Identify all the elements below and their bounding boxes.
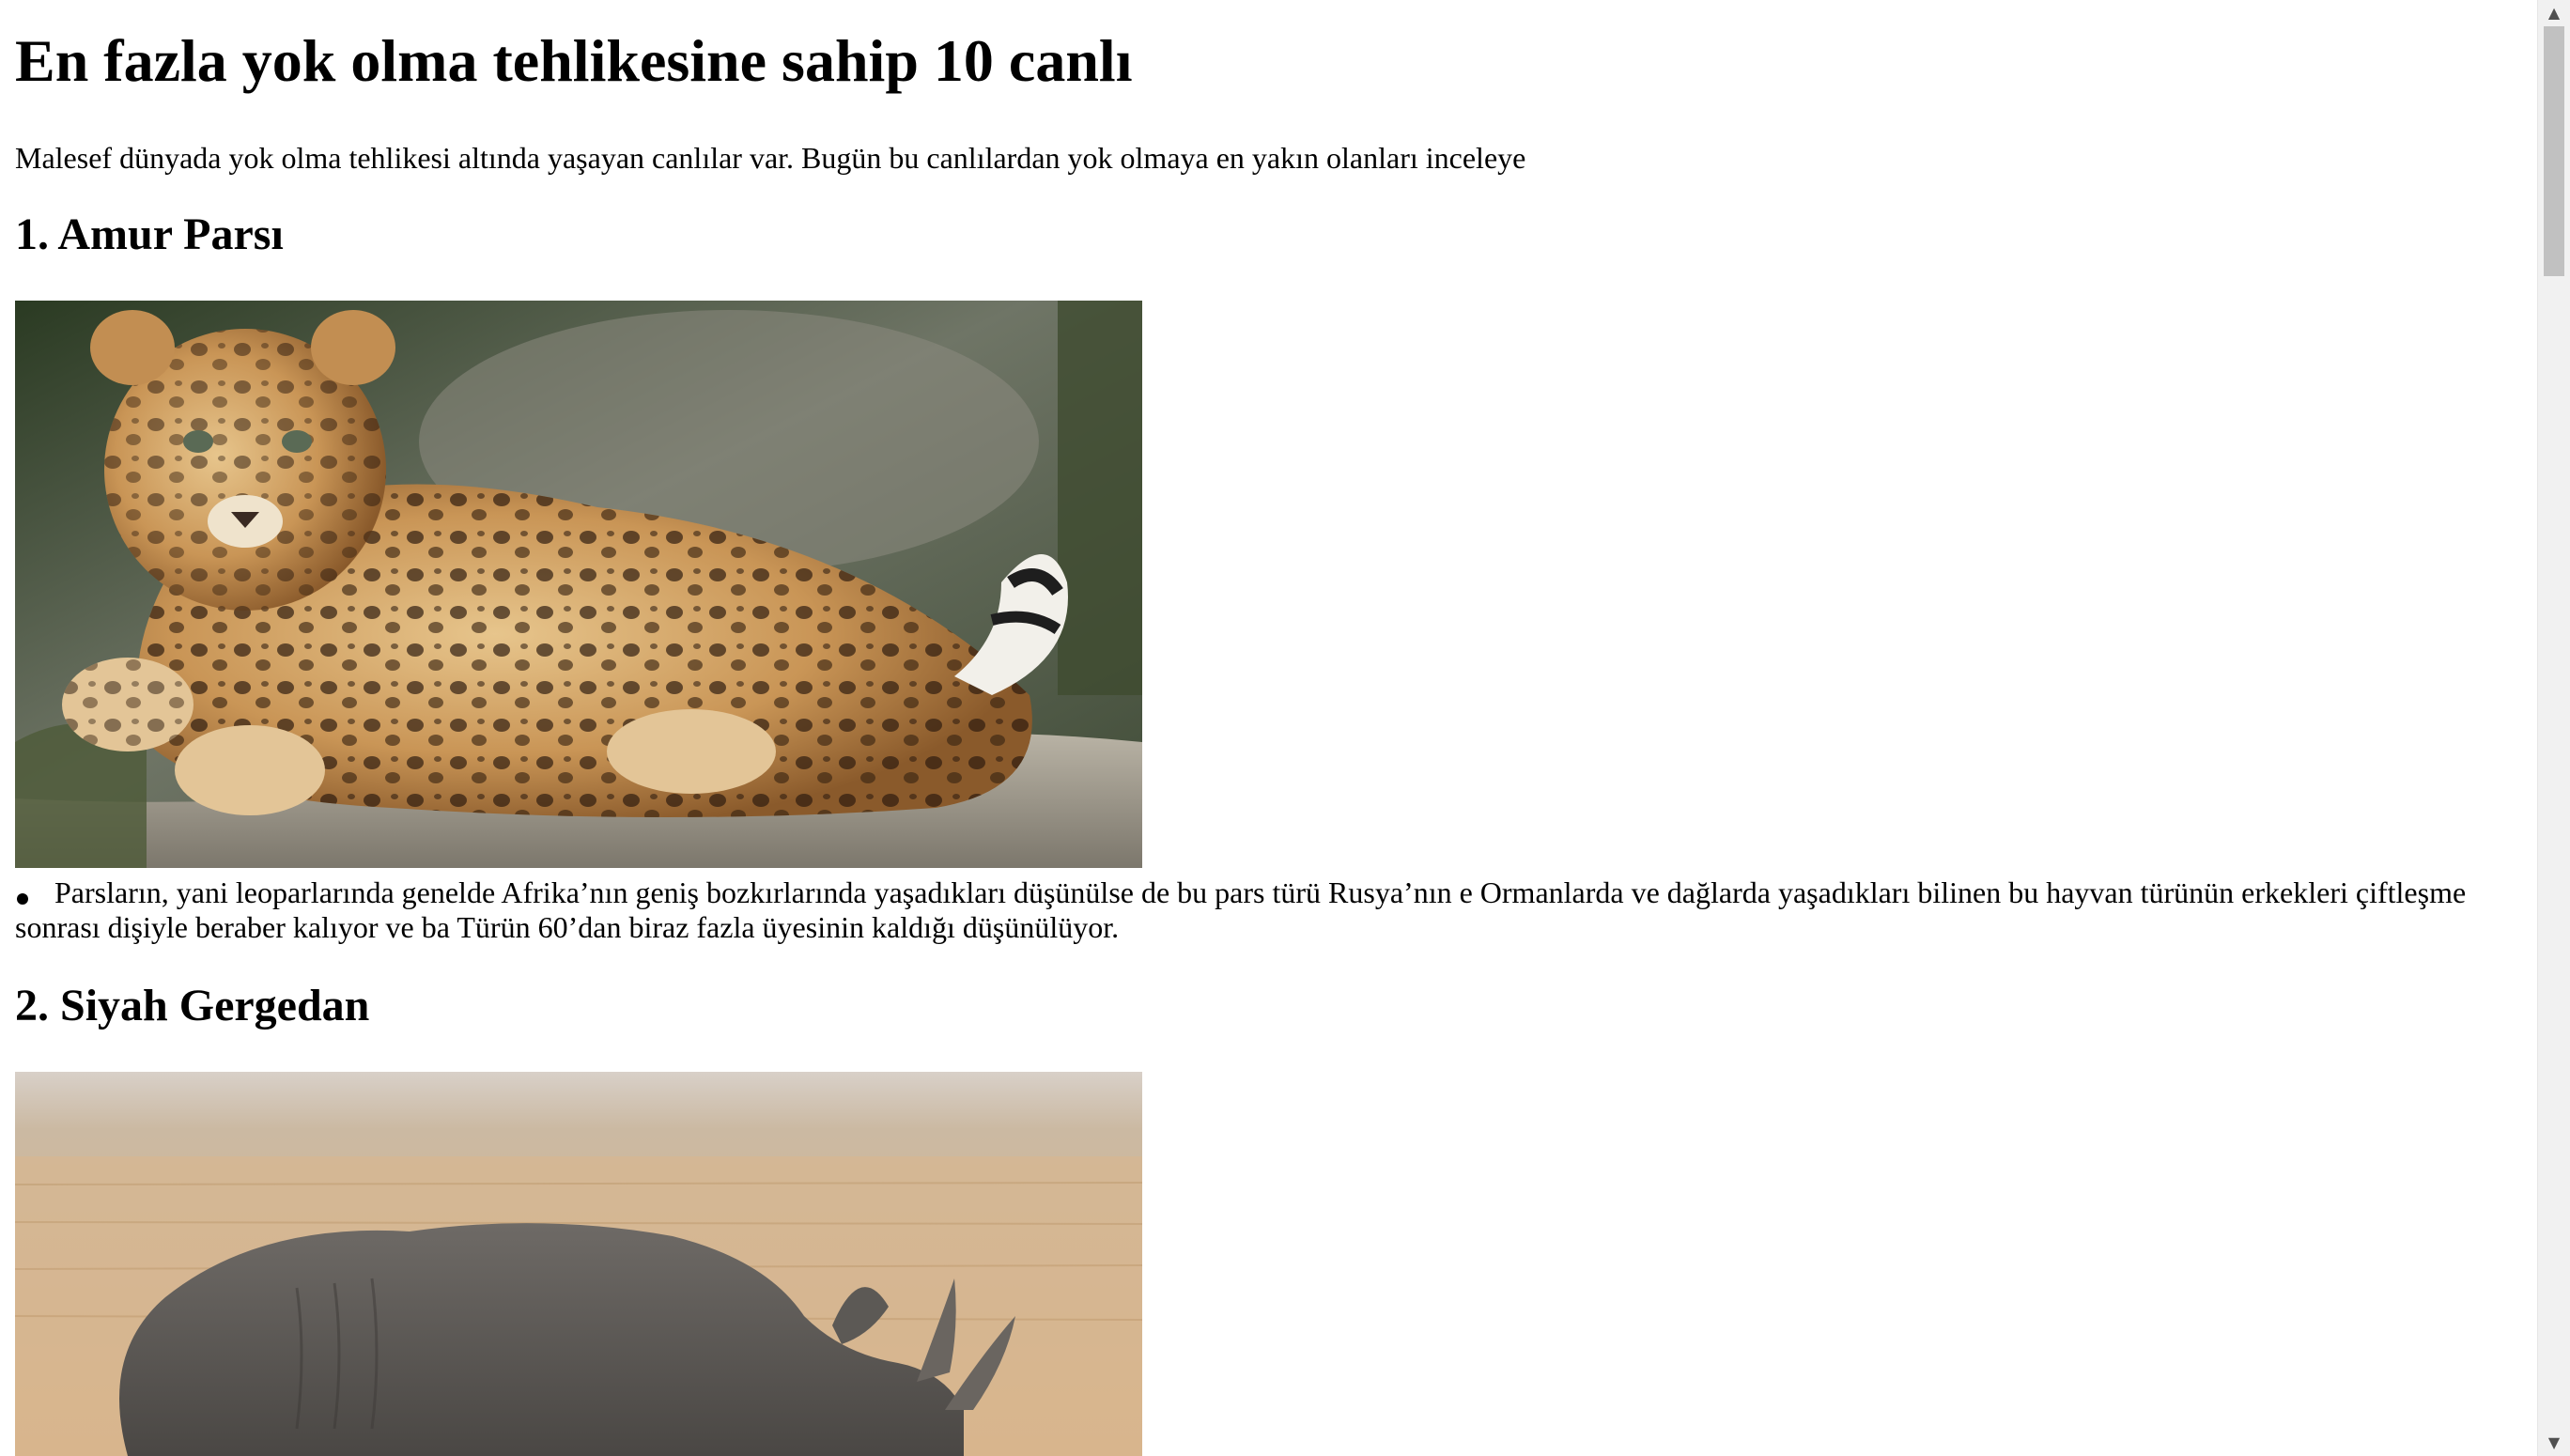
intro-paragraph: Malesef dünyada yok olma tehlikesi altın…	[15, 141, 1526, 175]
amur-leopard-image	[15, 301, 1142, 868]
section-bullet-amur-leopard: Parsların, yani leoparlarında genelde Af…	[15, 875, 2514, 945]
triangle-up-icon[interactable]: ▲	[2538, 0, 2570, 26]
bullet-text: Parsların, yani leoparlarında genelde Af…	[15, 875, 2467, 944]
scrollbar-thumb[interactable]	[2544, 26, 2564, 276]
page-title: En fazla yok olma tehlikesine sahip 10 c…	[15, 27, 1133, 94]
section-heading-amur-leopard: 1. Amur Parsı	[15, 209, 284, 259]
section-heading-black-rhino: 2. Siyah Gergedan	[15, 981, 370, 1030]
web-page: En fazla yok olma tehlikesine sahip 10 c…	[0, 0, 2538, 1456]
vertical-scrollbar[interactable]: ▲ ▼	[2537, 0, 2570, 1456]
triangle-down-icon[interactable]: ▼	[2538, 1430, 2570, 1456]
black-rhino-image	[15, 1072, 1142, 1456]
